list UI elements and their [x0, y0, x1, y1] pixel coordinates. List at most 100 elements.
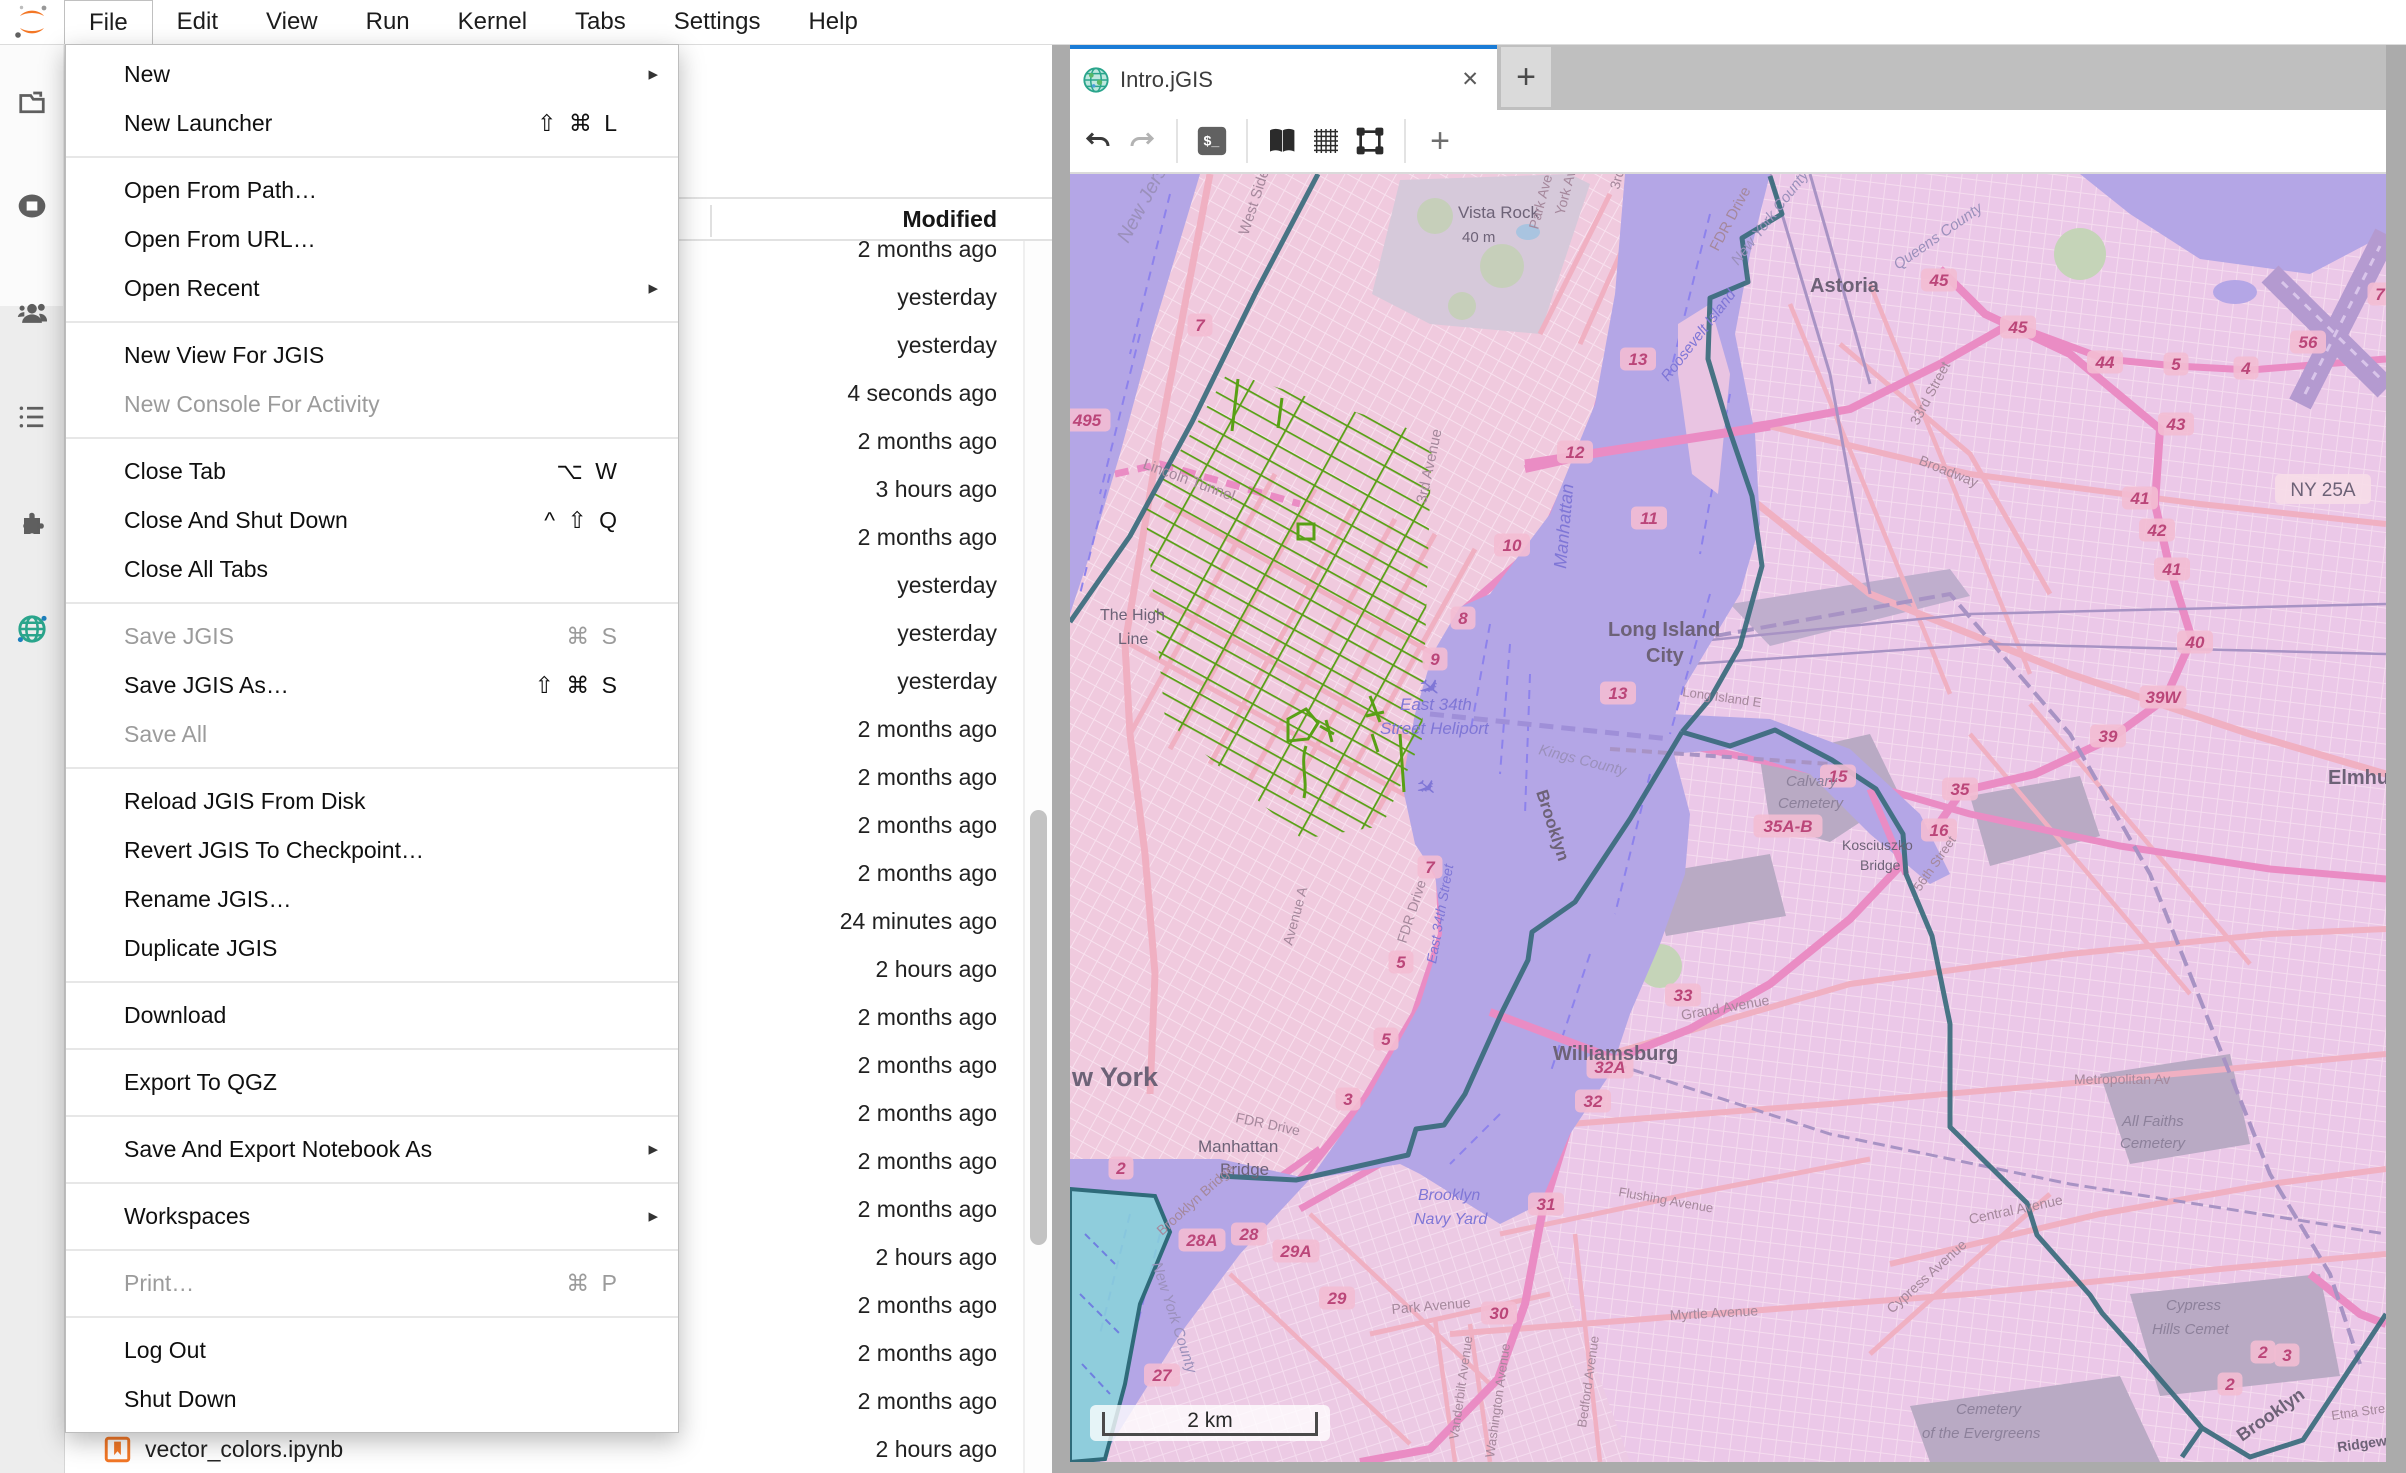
modified-column-header[interactable]: Modified: [902, 206, 997, 233]
svg-text:2: 2: [1115, 1159, 1126, 1178]
toolbar-separator: [1246, 119, 1248, 163]
menu-item-download[interactable]: Download: [66, 991, 678, 1040]
redo-icon[interactable]: [1120, 119, 1164, 163]
terminal-icon[interactable]: $_: [1190, 119, 1234, 163]
menu-item-close-and-shut-down[interactable]: Close And Shut Down^ ⇧ Q: [66, 496, 678, 545]
route-shield: 13: [1600, 682, 1636, 705]
svg-text:3: 3: [1343, 1090, 1353, 1109]
menu-item-new-view-for-jgis[interactable]: New View For JGIS: [66, 331, 678, 380]
map-canvas[interactable]: 49571312111089755322728A2829A2930313232A…: [1070, 174, 2386, 1462]
svg-text:12: 12: [1566, 443, 1585, 462]
menubar-item-tabs[interactable]: Tabs: [551, 0, 650, 44]
jupyter-logo-icon[interactable]: [0, 0, 64, 44]
svg-text:32: 32: [1584, 1092, 1603, 1111]
route-shield: 29: [1319, 1287, 1355, 1310]
menubar-item-settings[interactable]: Settings: [650, 0, 785, 44]
undo-icon[interactable]: [1076, 119, 1120, 163]
menu-item-duplicate-jgis[interactable]: Duplicate JGIS: [66, 924, 678, 973]
map-label: Astoria: [1810, 275, 1880, 297]
grid-icon[interactable]: [1304, 119, 1348, 163]
menu-separator: [66, 437, 678, 439]
menubar-item-view[interactable]: View: [242, 0, 342, 44]
menu-item-open-recent[interactable]: Open Recent▸: [66, 264, 678, 313]
route-shield: 27: [1144, 1364, 1180, 1387]
menubar-item-edit[interactable]: Edit: [153, 0, 242, 44]
map-label: Navy Yard: [1414, 1211, 1488, 1228]
notebook-icon: [104, 1436, 131, 1463]
new-tab-button[interactable]: +: [1501, 47, 1551, 107]
svg-text:9: 9: [1430, 650, 1440, 669]
menu-item-save-jgis-as[interactable]: Save JGIS As…⇧ ⌘ S: [66, 661, 678, 710]
menu-item-reload-jgis-from-disk[interactable]: Reload JGIS From Disk: [66, 777, 678, 826]
file-list-scrollbar[interactable]: [1023, 241, 1052, 1473]
svg-text:11: 11: [1640, 509, 1658, 528]
route-shield: 8: [1451, 607, 1476, 630]
menu-item-close-all-tabs[interactable]: Close All Tabs: [66, 545, 678, 594]
svg-text:13: 13: [1609, 684, 1628, 703]
transform-icon[interactable]: [1348, 119, 1392, 163]
svg-text:29A: 29A: [1279, 1242, 1311, 1261]
running-kernels-icon[interactable]: [0, 178, 64, 234]
menu-separator: [66, 1249, 678, 1251]
svg-text:5: 5: [1396, 953, 1406, 972]
route-shield: 11: [1631, 507, 1667, 530]
svg-text:5: 5: [2171, 355, 2181, 374]
menu-separator: [66, 767, 678, 769]
menu-item-save-and-export-notebook-as[interactable]: Save And Export Notebook As▸: [66, 1125, 678, 1174]
svg-text:7: 7: [1425, 858, 1436, 877]
menu-separator: [66, 1182, 678, 1184]
svg-text:30: 30: [1490, 1304, 1509, 1323]
menu-item-revert-jgis-to-checkpoint[interactable]: Revert JGIS To Checkpoint…: [66, 826, 678, 875]
route-shield: 44: [2087, 351, 2123, 374]
map-label: Metropolitan Av: [2074, 1071, 2170, 1087]
route-shield: 43: [2158, 413, 2194, 436]
route-shield: 13: [1620, 348, 1656, 371]
jupytergis-icon[interactable]: [0, 601, 64, 657]
map-label: Cemetery: [1956, 1401, 2023, 1418]
scrollbar-thumb[interactable]: [1030, 810, 1047, 1245]
tab-title: Intro.jGIS: [1120, 67, 1461, 93]
menu-separator: [66, 1115, 678, 1117]
column-divider[interactable]: [710, 205, 712, 237]
menubar-item-file[interactable]: File: [64, 0, 153, 44]
table-of-contents-icon[interactable]: [0, 389, 64, 445]
menu-item-close-tab[interactable]: Close Tab⌥ W: [66, 447, 678, 496]
file-name[interactable]: vector_colors.ipynb: [145, 1436, 343, 1463]
svg-text:7: 7: [1195, 316, 1206, 335]
map-label: The High: [1100, 607, 1165, 624]
book-icon[interactable]: [1260, 119, 1304, 163]
file-browser-icon[interactable]: [0, 75, 64, 131]
route-shield: 28: [1231, 1223, 1267, 1246]
map-label: City: [1646, 645, 1685, 667]
svg-text:31: 31: [1537, 1195, 1556, 1214]
menubar-item-kernel[interactable]: Kernel: [434, 0, 551, 44]
left-sidebar: [0, 44, 65, 1473]
menu-item-open-from-path[interactable]: Open From Path…: [66, 166, 678, 215]
collaboration-icon[interactable]: [0, 285, 64, 341]
menu-item-workspaces[interactable]: Workspaces▸: [66, 1192, 678, 1241]
map-label: w York: [1071, 1062, 1159, 1092]
menu-item-log-out[interactable]: Log Out: [66, 1326, 678, 1375]
tab-intro-jgis[interactable]: Intro.jGIS ✕: [1070, 44, 1497, 110]
route-shield: 28A: [1179, 1229, 1226, 1252]
menubar-item-help[interactable]: Help: [784, 0, 881, 44]
extensions-icon[interactable]: [0, 498, 64, 554]
map-dock-panel: Intro.jGIS ✕ + $_ +: [1052, 44, 2406, 1473]
map-label: Cemetery: [2120, 1135, 2187, 1152]
route-shield: 32: [1575, 1090, 1611, 1113]
menubar: FileEditViewRunKernelTabsSettingsHelp: [0, 0, 2406, 45]
menu-item-new[interactable]: New▸: [66, 50, 678, 99]
add-layer-icon[interactable]: +: [1418, 119, 1462, 163]
menu-item-export-to-qgz[interactable]: Export To QGZ: [66, 1058, 678, 1107]
menu-separator: [66, 1048, 678, 1050]
menu-separator: [66, 602, 678, 604]
svg-text:495: 495: [1072, 411, 1102, 430]
menu-item-rename-jgis[interactable]: Rename JGIS…: [66, 875, 678, 924]
menu-item-open-from-url[interactable]: Open From URL…: [66, 215, 678, 264]
route-shield: 2: [2251, 1341, 2276, 1364]
menu-item-new-launcher[interactable]: New Launcher⇧ ⌘ L: [66, 99, 678, 148]
menubar-item-run[interactable]: Run: [342, 0, 434, 44]
close-icon[interactable]: ✕: [1461, 67, 1479, 92]
menu-item-shut-down[interactable]: Shut Down: [66, 1375, 678, 1424]
svg-text:42: 42: [2147, 521, 2167, 540]
